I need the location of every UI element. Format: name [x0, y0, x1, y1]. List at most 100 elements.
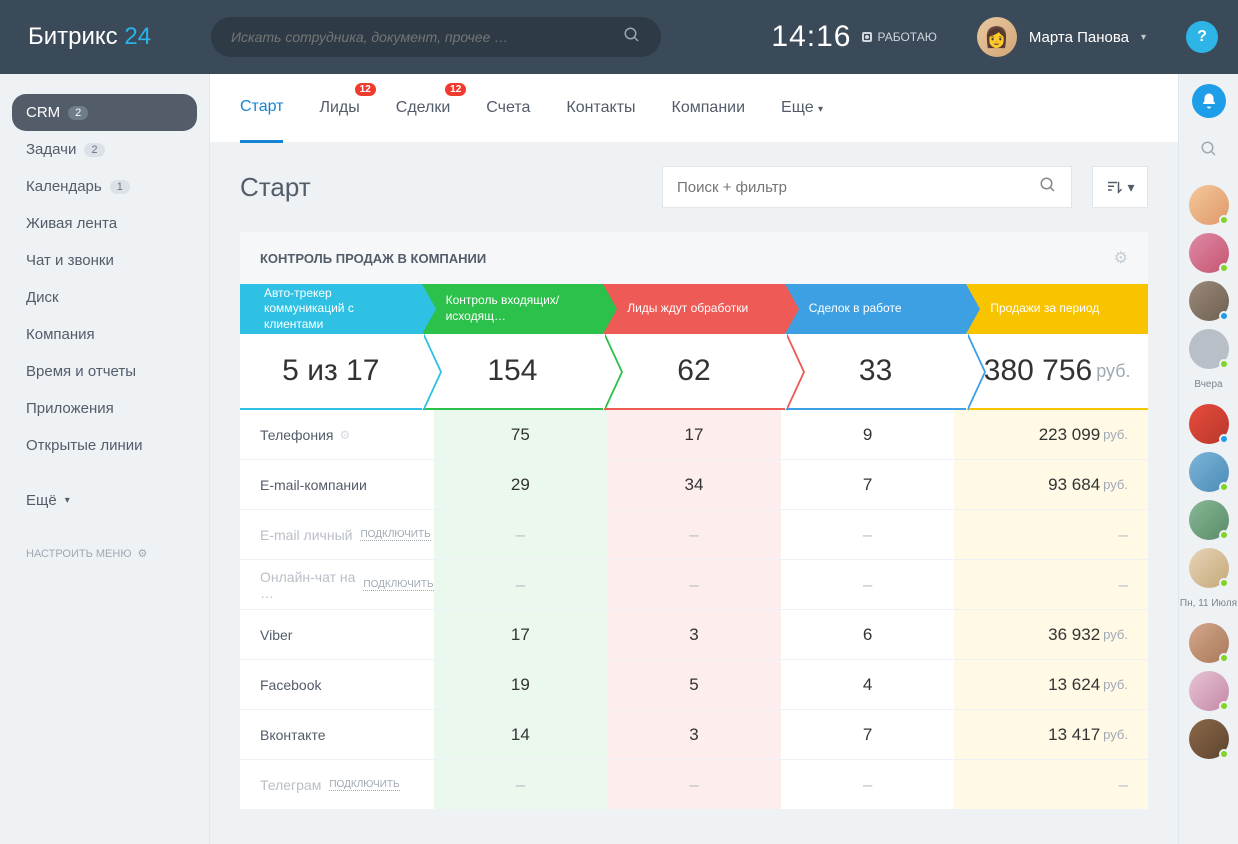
contact-avatar[interactable]	[1189, 548, 1229, 588]
chevron-down-icon: ▾	[1141, 32, 1146, 43]
sidebar-item-4[interactable]: Чат и звонки	[12, 242, 197, 279]
global-search[interactable]	[211, 17, 661, 57]
filter-input[interactable]	[677, 179, 1039, 196]
funnel-stage-0[interactable]: Авто-трекер коммуникаций с клиентами5 из…	[240, 284, 422, 410]
funnel-stage-3[interactable]: Сделок в работе33	[785, 284, 967, 410]
contact-avatar[interactable]	[1189, 719, 1229, 759]
tab-label: Компании	[672, 99, 746, 116]
connect-link[interactable]: ПОДКЛЮЧИТЬ	[360, 529, 430, 541]
sidebar-item-8[interactable]: Приложения	[12, 390, 197, 427]
right-rail: ВчераПн, 11 Июля	[1178, 74, 1238, 844]
contact-avatar[interactable]	[1189, 233, 1229, 273]
sidebar-badge: 1	[110, 180, 130, 194]
tab-0[interactable]: Старт	[240, 74, 283, 143]
contact-avatar[interactable]	[1189, 281, 1229, 321]
contact-avatar[interactable]	[1189, 500, 1229, 540]
connect-link[interactable]: ПОДКЛЮЧИТЬ	[329, 779, 399, 791]
sidebar-more[interactable]: Ещё ▾	[12, 482, 197, 519]
funnel-head: Продажи за период	[966, 284, 1148, 334]
funnel-value-cell: 154	[422, 334, 604, 410]
notifications-button[interactable]	[1192, 84, 1226, 118]
funnel-head: Лиды ждут обработки	[603, 284, 785, 334]
gear-icon[interactable]: ⚙	[1114, 248, 1128, 268]
sidebar-item-7[interactable]: Время и отчеты	[12, 353, 197, 390]
tab-4[interactable]: Контакты	[566, 75, 635, 141]
sidebar-item-label: Задачи	[26, 141, 76, 158]
sidebar: CRM2Задачи2Календарь1 Живая лента Чат и зв…	[0, 74, 210, 844]
row-label-cell: Вконтакте	[240, 710, 434, 759]
sales-value: 13 417	[1048, 725, 1100, 745]
rail-search-icon[interactable]	[1200, 140, 1218, 163]
row-label: E-mail личный	[260, 527, 352, 543]
cell-deals: 7	[781, 460, 955, 509]
funnel-stage-1[interactable]: Контроль входящих/исходящ…154	[422, 284, 604, 410]
row-label-cell: Facebook	[240, 660, 434, 709]
clock-widget[interactable]: 14:16 РАБОТАЮ	[771, 20, 936, 54]
tab-6[interactable]: Еще ▾	[781, 75, 823, 141]
cell-control: –	[434, 560, 608, 609]
contact-avatar[interactable]	[1189, 185, 1229, 225]
sidebar-item-2[interactable]: Календарь1	[12, 168, 197, 205]
funnel-stage-2[interactable]: Лиды ждут обработки62	[603, 284, 785, 410]
funnel-value: 33	[859, 354, 892, 388]
row-label-cell: E-mail личный ПОДКЛЮЧИТЬ	[240, 510, 434, 559]
funnel: Авто-трекер коммуникаций с клиентами5 из…	[240, 284, 1148, 410]
app-logo[interactable]: Битрикс 24	[28, 23, 151, 51]
main-content: СтартЛиды12Сделки12СчетаКонтактыКомпании…	[210, 74, 1178, 844]
contact-avatar[interactable]	[1189, 623, 1229, 663]
tab-3[interactable]: Счета	[486, 75, 530, 141]
global-search-input[interactable]	[231, 29, 623, 45]
tab-5[interactable]: Компании	[672, 75, 746, 141]
sales-value: 13 624	[1048, 675, 1100, 695]
sidebar-settings[interactable]: НАСТРОИТЬ МЕНЮ ⚙	[12, 537, 197, 570]
cell-leads: 3	[607, 710, 781, 759]
sidebar-item-label: Живая лента	[26, 215, 117, 232]
connect-link[interactable]: ПОДКЛЮЧИТЬ	[363, 579, 433, 591]
cell-leads: 17	[607, 410, 781, 459]
sidebar-item-3[interactable]: Живая лента	[12, 205, 197, 242]
sidebar-item-5[interactable]: Диск	[12, 279, 197, 316]
cell-deals: –	[781, 560, 955, 609]
funnel-stage-4[interactable]: Продажи за период380 756руб.	[966, 284, 1148, 410]
sales-control-widget: КОНТРОЛЬ ПРОДАЖ В КОМПАНИИ ⚙ Авто-трекер…	[240, 232, 1148, 810]
page-title: Старт	[240, 172, 311, 203]
tab-1[interactable]: Лиды12	[319, 75, 359, 141]
row-label: Онлайн-чат на …	[260, 569, 355, 601]
tab-label: Лиды	[319, 99, 359, 116]
filter-box[interactable]	[662, 166, 1072, 208]
currency-unit: руб.	[1103, 727, 1128, 742]
search-icon[interactable]	[623, 26, 641, 49]
row-label-cell: ТелеграмПОДКЛЮЧИТЬ	[240, 760, 434, 809]
status-dot	[1219, 701, 1229, 711]
currency-unit: руб.	[1103, 627, 1128, 642]
cell-control: 29	[434, 460, 608, 509]
sidebar-item-9[interactable]: Открытые линии	[12, 427, 197, 464]
gear-icon[interactable]: ⚙	[339, 428, 350, 442]
table-row: Facebook195413 624руб.	[240, 660, 1148, 710]
cell-sales: 13 624руб.	[954, 660, 1148, 709]
sidebar-item-1[interactable]: Задачи2	[12, 131, 197, 168]
cell-sales: 93 684руб.	[954, 460, 1148, 509]
cell-deals: –	[781, 510, 955, 559]
sort-button[interactable]: ▾	[1092, 166, 1148, 208]
tab-badge: 12	[445, 83, 466, 96]
sidebar-more-label: Ещё	[26, 492, 57, 509]
sidebar-item-label: Компания	[26, 326, 95, 343]
user-menu[interactable]: 👩 Марта Панова ▾	[977, 17, 1146, 57]
sidebar-item-0[interactable]: CRM2	[12, 94, 197, 131]
search-icon[interactable]	[1039, 176, 1057, 199]
contact-avatar[interactable]	[1189, 671, 1229, 711]
status-dot	[1219, 359, 1229, 369]
contact-avatar[interactable]	[1189, 404, 1229, 444]
sidebar-item-label: Чат и звонки	[26, 252, 114, 269]
cell-control: 75	[434, 410, 608, 459]
tab-label: Сделки	[396, 99, 451, 116]
contact-avatar[interactable]	[1189, 329, 1229, 369]
contact-avatar[interactable]	[1189, 452, 1229, 492]
sidebar-item-6[interactable]: Компания	[12, 316, 197, 353]
widget-title: КОНТРОЛЬ ПРОДАЖ В КОМПАНИИ	[260, 251, 486, 266]
tab-2[interactable]: Сделки12	[396, 75, 451, 141]
cell-leads: –	[607, 510, 781, 559]
rail-date-label: Вчера	[1194, 379, 1222, 390]
help-button[interactable]: ?	[1186, 21, 1218, 53]
